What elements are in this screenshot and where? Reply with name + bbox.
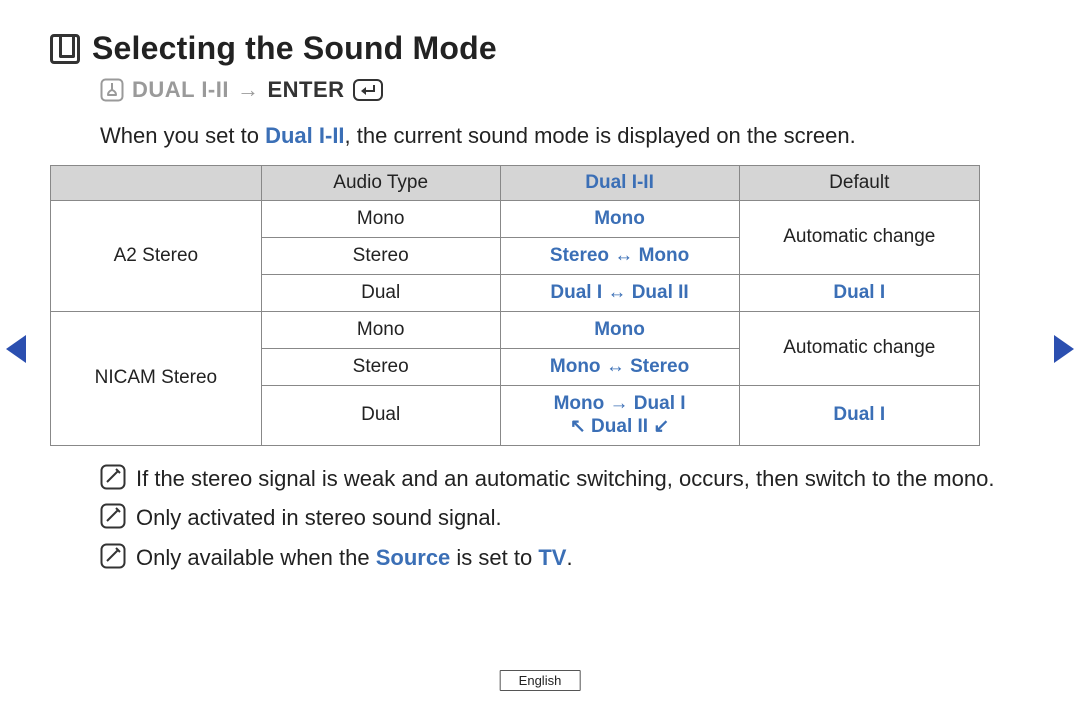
n3-source: Source: [376, 545, 451, 570]
n3-mid: is set to: [450, 545, 538, 570]
n3-tv: TV: [538, 545, 566, 570]
intro-text: When you set to Dual I-II, the current s…: [100, 121, 1030, 151]
cell-dual-line2: ↖ Dual II ↙: [505, 415, 735, 438]
triangle-right-icon: [1054, 335, 1074, 363]
th-blank: [51, 165, 262, 200]
nav-enter-label: ENTER: [267, 77, 344, 103]
nav-path: DUAL I-II → ENTER: [100, 77, 1030, 103]
note-icon: [100, 503, 126, 529]
manual-page: Selecting the Sound Mode DUAL I-II → ENT…: [50, 30, 1030, 583]
note-text: Only available when the Source is set to…: [136, 543, 1030, 573]
note-row: Only activated in stereo sound signal.: [100, 503, 1030, 533]
notes: If the stereo signal is weak and an auto…: [100, 464, 1030, 573]
prev-page-button[interactable]: [6, 335, 26, 363]
title-row: Selecting the Sound Mode: [50, 30, 1030, 67]
intro-before: When you set to: [100, 123, 265, 148]
cell-audio: Mono: [261, 200, 500, 237]
cell-dual: Dual I ↔ Dual II: [500, 274, 739, 311]
group-nicam-label: NICAM Stereo: [51, 311, 262, 445]
table-header-row: Audio Type Dual I-II Default: [51, 165, 980, 200]
language-badge: English: [500, 670, 581, 691]
arrow-right-icon: →: [237, 77, 260, 103]
note-row: Only available when the Source is set to…: [100, 543, 1030, 573]
n3-before: Only available when the: [136, 545, 376, 570]
nav-menu-item: DUAL I-II: [132, 77, 229, 103]
table-row: NICAM Stereo Mono Mono Automatic change: [51, 311, 980, 348]
cell-default: Dual I: [739, 385, 979, 445]
triangle-left-icon: [6, 335, 26, 363]
cell-dual: Mono ↔ Stereo: [500, 348, 739, 385]
th-default: Default: [739, 165, 979, 200]
cell-default-merged: Automatic change: [739, 311, 979, 385]
cell-dual-line1: Mono → Dual I: [505, 393, 735, 415]
cell-audio: Dual: [261, 274, 500, 311]
n3-after: .: [566, 545, 572, 570]
cell-dual: Mono: [500, 311, 739, 348]
intro-after: , the current sound mode is displayed on…: [345, 123, 856, 148]
cell-audio: Mono: [261, 311, 500, 348]
note-icon: [100, 543, 126, 569]
intro-highlight: Dual I-II: [265, 123, 344, 148]
sound-mode-table: Audio Type Dual I-II Default A2 Stereo M…: [50, 165, 980, 446]
bookmark-icon: [50, 34, 80, 64]
cell-default: Dual I: [739, 274, 979, 311]
cell-dual: Stereo ↔ Mono: [500, 237, 739, 274]
page-title: Selecting the Sound Mode: [92, 30, 497, 67]
note-row: If the stereo signal is weak and an auto…: [100, 464, 1030, 494]
note-icon: [100, 464, 126, 490]
table-row: A2 Stereo Mono Mono Automatic change: [51, 200, 980, 237]
th-audio-type: Audio Type: [261, 165, 500, 200]
next-page-button[interactable]: [1054, 335, 1074, 363]
cell-audio: Dual: [261, 385, 500, 445]
cell-dual: Mono: [500, 200, 739, 237]
note-text: Only activated in stereo sound signal.: [136, 503, 1030, 533]
cell-dual: Mono → Dual I ↖ Dual II ↙: [500, 385, 739, 445]
cell-audio: Stereo: [261, 237, 500, 274]
group-a2-label: A2 Stereo: [51, 200, 262, 311]
note-text: If the stereo signal is weak and an auto…: [136, 464, 1030, 494]
cell-audio: Stereo: [261, 348, 500, 385]
tools-icon: [100, 78, 124, 102]
cell-default-merged: Automatic change: [739, 200, 979, 274]
enter-icon: [353, 79, 383, 101]
th-dual: Dual I-II: [500, 165, 739, 200]
